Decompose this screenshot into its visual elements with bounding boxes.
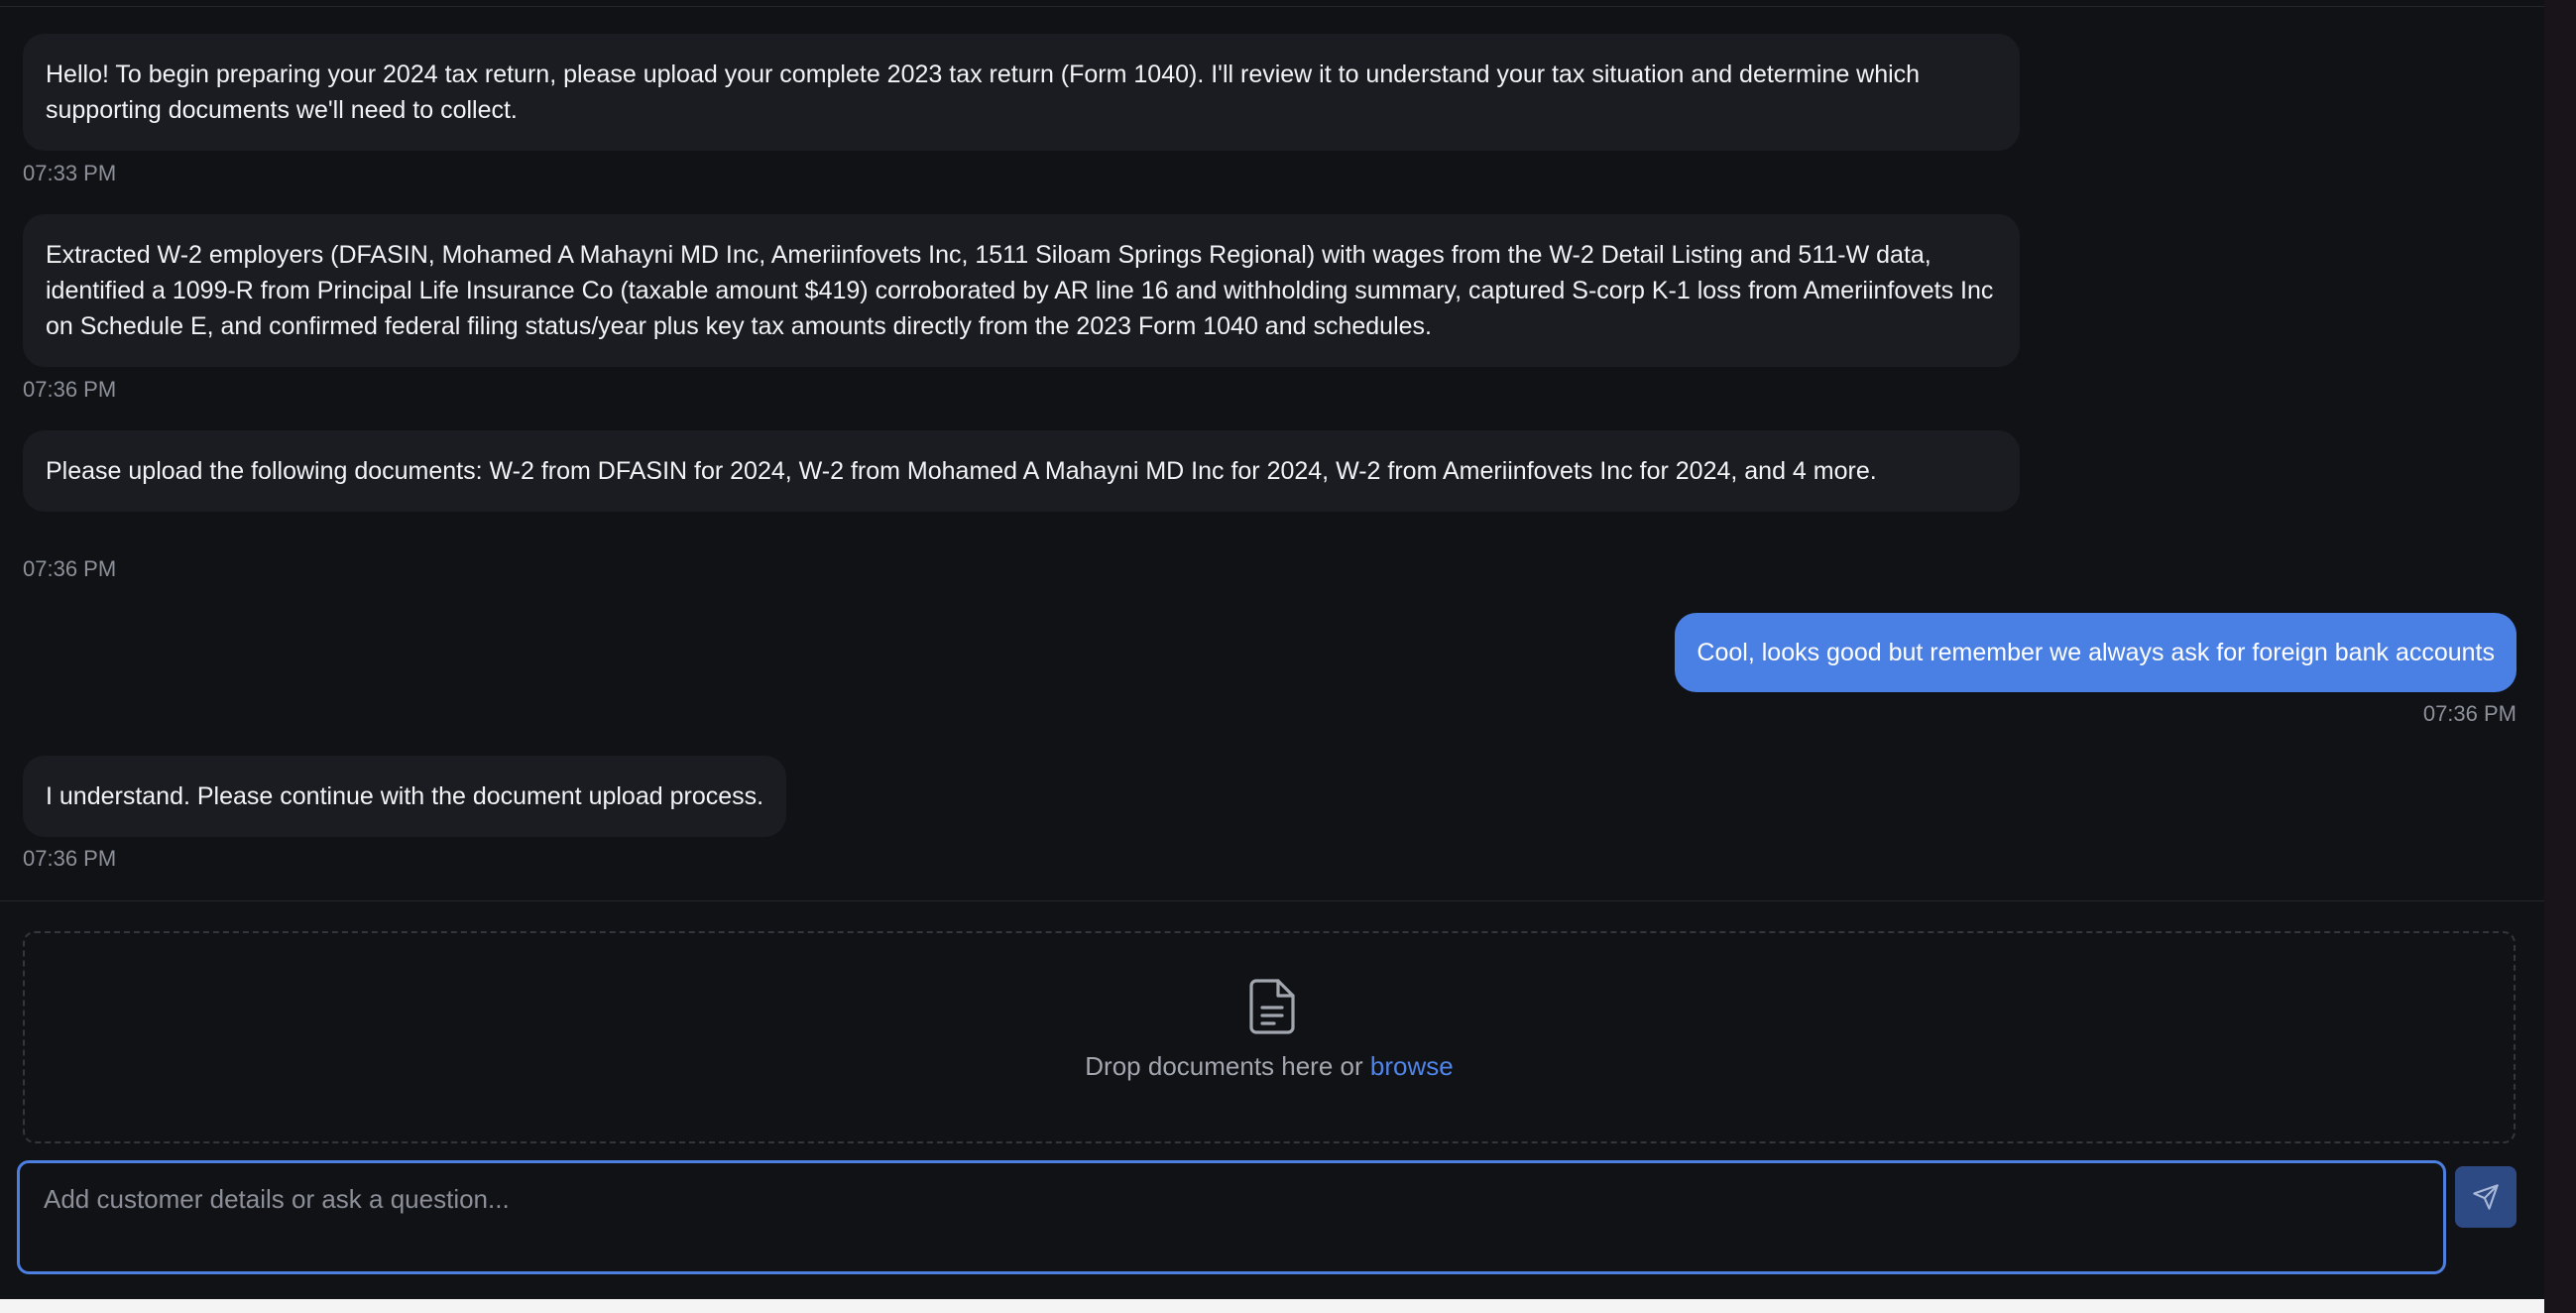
document-dropzone[interactable]: Drop documents here or browse <box>23 931 2516 1143</box>
message-text: Please upload the following documents: W… <box>46 457 1877 485</box>
dropzone-prompt: Drop documents here or <box>1085 1051 1370 1081</box>
document-icon <box>1249 979 1295 1034</box>
message-text: Cool, looks good but remember we always … <box>1697 639 2495 666</box>
assistant-message: Please upload the following documents: W… <box>23 430 2020 512</box>
dropzone-text: Drop documents here or browse <box>25 1050 2514 1082</box>
message-timestamp: 07:36 PM <box>2422 701 2517 726</box>
assistant-message: Extracted W-2 employers (DFASIN, Mohamed… <box>23 214 2020 367</box>
message-input[interactable] <box>20 1163 2443 1271</box>
message-timestamp: 07:36 PM <box>23 377 117 402</box>
composer-divider <box>0 900 2544 901</box>
top-divider <box>0 6 2544 7</box>
assistant-message: Hello! To begin preparing your 2024 tax … <box>23 34 2020 151</box>
message-text: Extracted W-2 employers (DFASIN, Mohamed… <box>46 241 1994 340</box>
user-message: Cool, looks good but remember we always … <box>1675 613 2517 692</box>
message-input-box[interactable] <box>17 1160 2446 1274</box>
message-timestamp: 07:36 PM <box>23 846 117 871</box>
window-edge <box>2544 0 2576 1313</box>
message-text: I understand. Please continue with the d… <box>46 782 764 810</box>
assistant-message: I understand. Please continue with the d… <box>23 756 787 837</box>
message-timestamp: 07:36 PM <box>23 556 117 581</box>
message-timestamp: 07:33 PM <box>23 161 117 185</box>
send-icon <box>2473 1184 2499 1210</box>
message-text: Hello! To begin preparing your 2024 tax … <box>46 60 1921 124</box>
browse-link[interactable]: browse <box>1370 1051 1454 1081</box>
chat-app: Hello! To begin preparing your 2024 tax … <box>0 0 2544 1299</box>
page-bottom-edge <box>0 1299 2544 1313</box>
message-list: Hello! To begin preparing your 2024 tax … <box>0 34 2544 896</box>
send-button[interactable] <box>2455 1166 2517 1228</box>
